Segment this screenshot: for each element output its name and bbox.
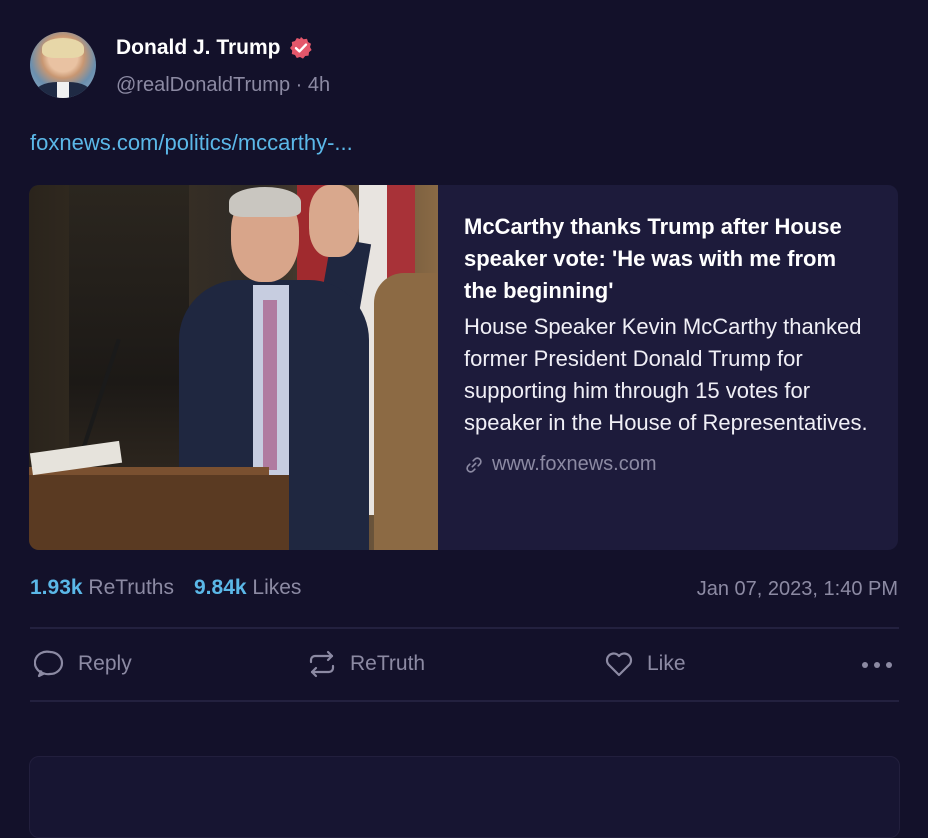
author-name-text[interactable]: Donald J. Trump xyxy=(116,36,281,60)
author-name[interactable]: Donald J. Trump xyxy=(116,36,313,60)
post-stats: 1.93k ReTruths 9.84k Likes xyxy=(30,576,301,600)
likes-stat[interactable]: 9.84k Likes xyxy=(194,576,301,600)
link-preview-card[interactable]: McCarthy thanks Trump after House speake… xyxy=(29,185,898,550)
divider xyxy=(30,700,899,702)
likes-count: 9.84k xyxy=(194,576,247,599)
more-icon[interactable] xyxy=(860,658,894,672)
post: Donald J. Trump @realDonaldTrump · 4h fo… xyxy=(0,0,928,838)
card-domain-text: www.foxnews.com xyxy=(492,453,657,475)
link-icon xyxy=(466,456,482,473)
likes-label: Likes xyxy=(252,576,302,599)
divider xyxy=(30,627,899,629)
verified-badge-icon xyxy=(289,37,312,59)
like-icon xyxy=(605,652,633,677)
reply-button[interactable]: Reply xyxy=(34,648,132,680)
retruth-icon xyxy=(309,650,335,678)
post-link[interactable]: foxnews.com/politics/mccarthy-... xyxy=(30,130,353,156)
author-handle[interactable]: @realDonaldTrump · 4h xyxy=(116,74,330,97)
retruths-count: 1.93k xyxy=(30,576,83,599)
retruth-label: ReTruth xyxy=(350,652,426,675)
reply-label: Reply xyxy=(78,652,132,675)
avatar[interactable] xyxy=(30,32,96,98)
like-button[interactable]: Like xyxy=(603,648,686,680)
card-domain[interactable]: www.foxnews.com xyxy=(464,453,874,476)
like-label: Like xyxy=(647,652,686,675)
next-post-card[interactable] xyxy=(29,756,900,838)
card-description: House Speaker Kevin McCarthy thanked for… xyxy=(464,314,868,435)
retruths-label: ReTruths xyxy=(88,576,174,599)
reply-icon xyxy=(34,650,64,678)
card-image[interactable] xyxy=(29,185,438,550)
retruths-stat[interactable]: 1.93k ReTruths xyxy=(30,576,174,600)
card-title[interactable]: McCarthy thanks Trump after House speake… xyxy=(464,211,874,307)
retruth-button[interactable]: ReTruth xyxy=(306,648,425,680)
post-timestamp: Jan 07, 2023, 1:40 PM xyxy=(696,578,898,600)
card-body: McCarthy thanks Trump after House speake… xyxy=(464,211,874,476)
